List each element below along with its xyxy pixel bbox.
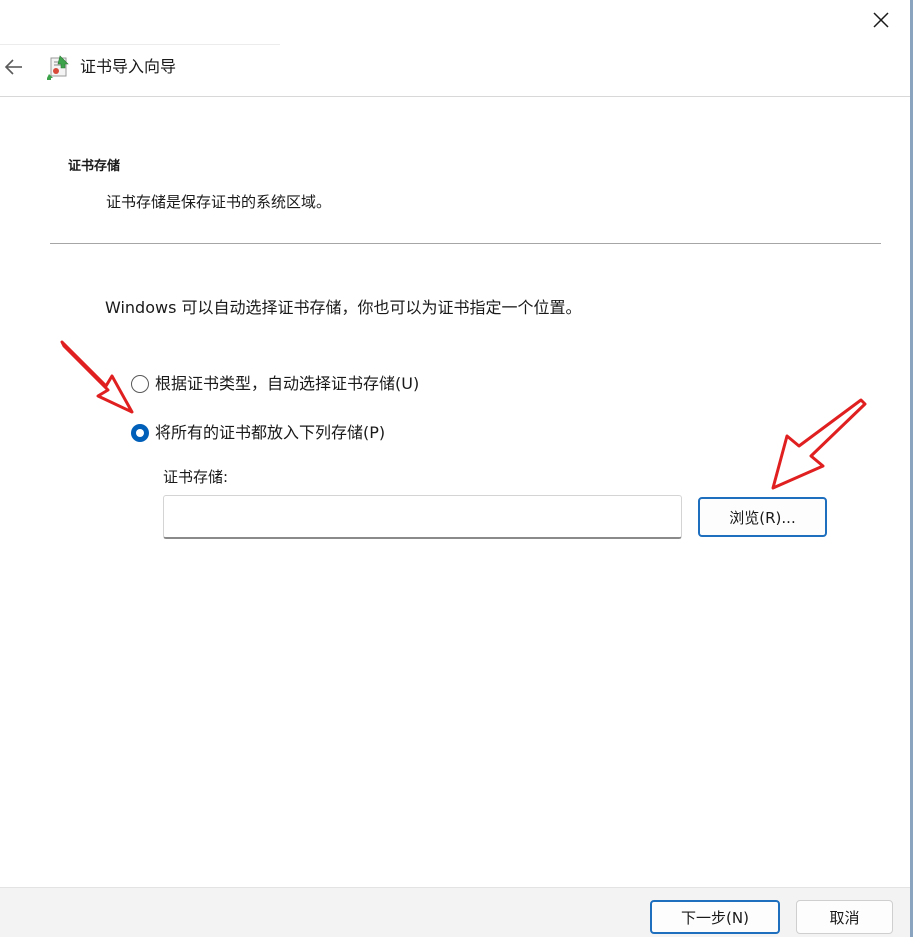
cancel-button[interactable]: 取消 — [796, 900, 893, 934]
section-title: 证书存储 — [68, 159, 121, 174]
instructions-text: Windows 可以自动选择证书存储，你也可以为证书指定一个位置。 — [105, 298, 582, 317]
annotation-arrow-left — [58, 338, 138, 418]
certificate-wizard-icon — [46, 54, 72, 80]
browse-button[interactable]: 浏览(R)... — [698, 497, 827, 537]
radio-label-place: 将所有的证书都放入下列存储(P) — [155, 423, 386, 442]
certificate-import-wizard-window: 证书导入向导 证书存储 证书存储是保存证书的系统区域。 Windows 可以自动… — [0, 0, 913, 937]
radio-place-in-store[interactable]: 将所有的证书都放入下列存储(P) — [131, 421, 385, 445]
radio-label-auto: 根据证书类型，自动选择证书存储(U) — [155, 374, 420, 393]
annotation-arrow-right — [765, 398, 869, 492]
close-button[interactable] — [867, 8, 895, 32]
close-icon — [873, 12, 889, 28]
section-divider — [50, 243, 881, 244]
header-divider — [0, 96, 910, 97]
next-button[interactable]: 下一步(N) — [650, 900, 780, 934]
radio-checked[interactable] — [131, 424, 149, 442]
radio-auto-select-store[interactable]: 根据证书类型，自动选择证书存储(U) — [131, 372, 419, 396]
section-description: 证书存储是保存证书的系统区域。 — [106, 193, 332, 211]
arrow-left-icon — [4, 59, 22, 75]
store-label: 证书存储: — [163, 468, 229, 486]
back-button[interactable] — [2, 55, 26, 79]
title-strip-divider — [0, 44, 280, 45]
wizard-title: 证书导入向导 — [80, 57, 177, 76]
certificate-store-input[interactable] — [163, 495, 682, 539]
